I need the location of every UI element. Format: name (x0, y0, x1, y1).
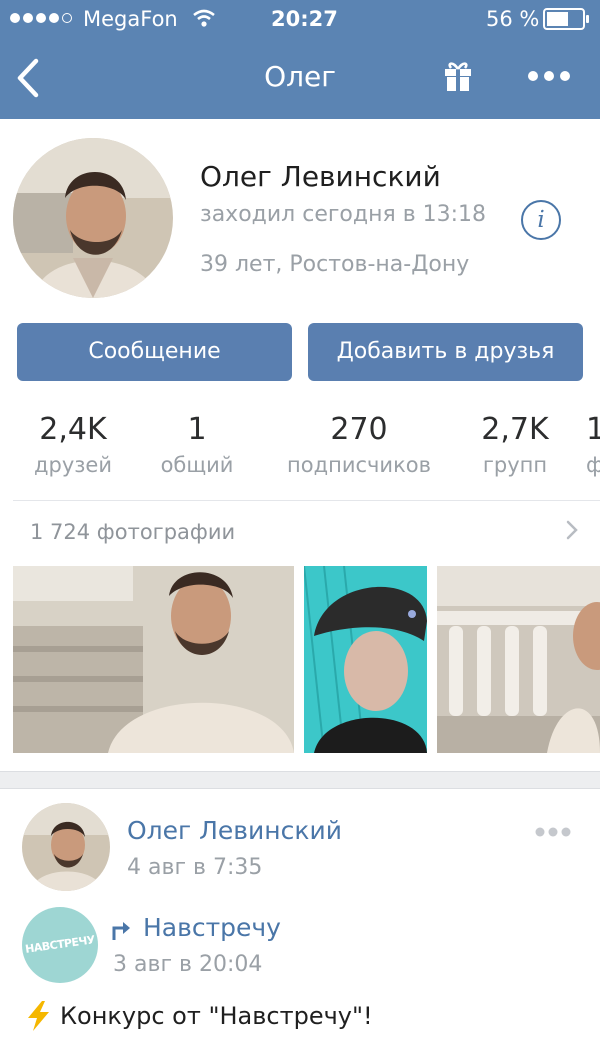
counter-value: 2,7K (481, 412, 549, 447)
gift-icon[interactable] (443, 60, 473, 92)
add-friend-button[interactable]: Добавить в друзья (308, 323, 583, 381)
repost-date: 3 авг в 20:04 (113, 952, 263, 977)
section-separator (0, 771, 600, 789)
counter-followers[interactable]: 270 подписчиков (269, 410, 449, 480)
counter-value: 2,4K (39, 412, 107, 447)
counter-value: 1 (586, 412, 600, 447)
chevron-right-icon[interactable] (565, 520, 579, 540)
photo-thumbnail[interactable] (13, 566, 294, 753)
post-date: 4 авг в 7:35 (127, 855, 263, 880)
counter-friends[interactable]: 2,4K друзей (13, 410, 133, 480)
battery-icon (543, 8, 589, 30)
counter-value: 1 (187, 412, 207, 447)
counter-groups[interactable]: 2,7K групп (461, 410, 569, 480)
counter-label: ф (586, 453, 600, 477)
repost-arrow-icon (112, 922, 130, 940)
photo-thumbnail[interactable] (437, 566, 600, 753)
message-button[interactable]: Сообщение (17, 323, 292, 381)
last-seen: заходил сегодня в 13:18 (200, 202, 487, 227)
repost-source-name[interactable]: Навстречу (143, 913, 281, 942)
profile-details: 39 лет, Ростов-на-Дону (200, 252, 470, 277)
top-bar: MegaFon 20:27 56 % Олег (0, 0, 600, 119)
lightning-icon (28, 1001, 49, 1031)
counter-label: групп (482, 453, 548, 477)
page-title: Олег (264, 60, 336, 93)
counter-value: 270 (330, 412, 388, 447)
repost-logo-text: НАВСТРЕЧУ (24, 933, 96, 956)
repost-source-avatar[interactable]: НАВСТРЕЧУ (22, 907, 98, 983)
counter-label: друзей (33, 453, 112, 477)
post-text: Конкурс от "Навстречу"! (60, 1002, 373, 1030)
status-time: 20:27 (271, 7, 338, 31)
more-icon[interactable] (527, 70, 571, 82)
post-author-avatar[interactable] (22, 803, 110, 891)
info-icon[interactable]: i (521, 200, 561, 240)
post-more-icon[interactable] (535, 826, 571, 838)
profile-avatar[interactable] (13, 138, 173, 298)
divider (13, 500, 600, 501)
photos-header[interactable]: 1 724 фотографии (30, 520, 235, 544)
counter-label: общий (160, 453, 234, 477)
counter-label: подписчиков (287, 453, 431, 477)
wifi-icon (193, 9, 215, 27)
post-author-name[interactable]: Олег Левинский (127, 816, 342, 845)
counter-more[interactable]: 1 ф (586, 410, 600, 480)
counter-mutual[interactable]: 1 общий (142, 410, 252, 480)
photo-thumbnail[interactable] (304, 566, 427, 753)
carrier-name: MegaFon (83, 7, 178, 31)
profile-name: Олег Левинский (200, 160, 441, 193)
battery-percent: 56 % (486, 7, 540, 31)
